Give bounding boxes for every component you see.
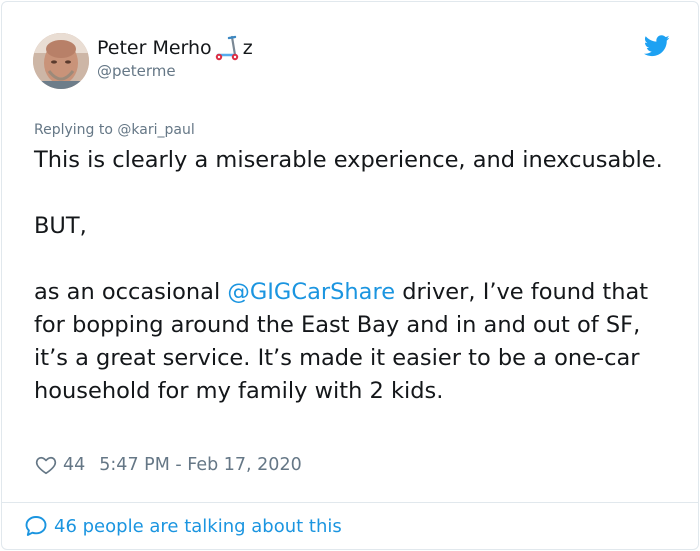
- conversation-link[interactable]: 46 people are talking about this: [24, 513, 342, 539]
- tweet-paragraph-3: as an occasional @GIGCarShare driver, I’…: [34, 276, 674, 408]
- conversation-label: 46 people are talking about this: [54, 515, 342, 537]
- tweet-card: Peter Merho z @peterme Replying to @kari…: [1, 1, 699, 550]
- replying-to-link[interactable]: @kari_paul: [117, 122, 194, 138]
- tweet-paragraph-3-start: as an occasional: [34, 279, 228, 305]
- like-count[interactable]: 44: [63, 455, 85, 475]
- heart-icon[interactable]: [35, 454, 57, 476]
- speech-bubble-icon: [24, 514, 48, 538]
- tweet-paragraph-1: This is clearly a miserable experience, …: [34, 147, 663, 173]
- mention-link[interactable]: @GIGCarShare: [227, 279, 395, 305]
- twitter-bird-icon[interactable]: [643, 35, 670, 57]
- replying-to: Replying to @kari_paul: [34, 122, 195, 138]
- divider: [1, 502, 699, 503]
- kick-scooter-icon: [214, 34, 242, 62]
- replying-to-prefix: Replying to: [34, 122, 118, 138]
- tweet-paragraph-2: BUT,: [34, 213, 87, 239]
- author-name[interactable]: Peter Merho z: [97, 35, 253, 61]
- avatar[interactable]: [33, 33, 89, 89]
- author-handle[interactable]: @peterme: [97, 62, 176, 80]
- tweet-text: This is clearly a miserable experience, …: [34, 144, 674, 408]
- author-name-end: z: [242, 37, 253, 59]
- tweet-meta: 44 5:47 PM - Feb 17, 2020: [35, 452, 302, 478]
- timestamp[interactable]: 5:47 PM - Feb 17, 2020: [99, 455, 301, 475]
- author-name-start: Peter Merho: [97, 37, 212, 59]
